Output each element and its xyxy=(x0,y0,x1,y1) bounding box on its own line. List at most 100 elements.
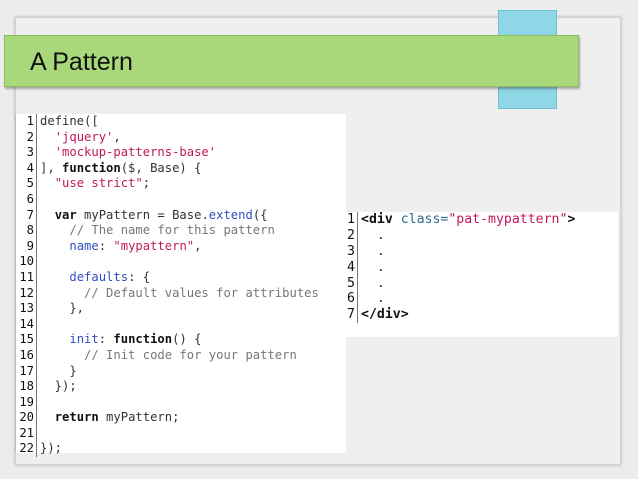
code-token: . xyxy=(361,227,385,243)
code-token: ({ xyxy=(252,207,268,222)
code-token: 'jquery' xyxy=(54,129,114,144)
line-number: 4 xyxy=(16,160,37,177)
line-number: 20 xyxy=(16,410,37,426)
line-number: 10 xyxy=(16,254,37,270)
line-number: 13 xyxy=(16,301,37,317)
line-number: 16 xyxy=(16,347,37,364)
code-token: } xyxy=(40,363,77,378)
line-number: 5 xyxy=(343,275,358,292)
code-line: 13 }, xyxy=(16,301,346,317)
code-token: . xyxy=(361,259,385,275)
line-number: 14 xyxy=(16,316,37,333)
line-number: 22 xyxy=(16,441,37,458)
code-line: 18 }); xyxy=(16,379,346,395)
code-line: 11 defaults: { xyxy=(16,269,346,286)
code-line: 9 name: "mypattern", xyxy=(16,238,346,255)
code-token: // The name for this pattern xyxy=(69,223,275,238)
code-line: 19 xyxy=(16,394,346,411)
code-token: return xyxy=(54,410,99,425)
code-token: "pat-mypattern" xyxy=(448,212,568,227)
code-token: function xyxy=(113,332,173,347)
line-number: 21 xyxy=(16,425,37,442)
code-token: "use strict" xyxy=(54,176,143,191)
code-token: : xyxy=(98,238,114,253)
code-line: 1 <div class="pat-mypattern"> xyxy=(343,212,618,228)
code-line: 12 // Default values for attributes xyxy=(16,285,346,302)
code-token: <div xyxy=(361,212,393,227)
code-token: () { xyxy=(172,332,202,347)
line-number: 19 xyxy=(16,394,37,411)
code-line: 2 'jquery', xyxy=(16,129,346,146)
code-token: extend xyxy=(208,207,253,222)
code-line: 1 define([ xyxy=(16,114,346,130)
line-number: 18 xyxy=(16,379,37,395)
line-number: 2 xyxy=(16,129,37,146)
code-token: ($, Base) { xyxy=(120,160,202,175)
code-token: class= xyxy=(392,212,449,227)
code-token: function xyxy=(62,160,121,175)
line-number: 6 xyxy=(16,191,37,208)
code-line: 21 xyxy=(16,425,346,442)
code-token: }); xyxy=(40,441,63,456)
code-token: , xyxy=(113,129,121,144)
line-number: 5 xyxy=(16,176,37,192)
code-line: 6 . xyxy=(343,291,618,308)
line-number: 4 xyxy=(343,259,358,276)
code-token: "mypattern" xyxy=(113,238,195,253)
code-token: 'mockup-patterns-base' xyxy=(54,145,217,160)
code-token: // Default values for attributes xyxy=(84,285,319,300)
code-token: ], xyxy=(40,160,63,175)
code-token: var xyxy=(54,207,77,222)
line-number: 9 xyxy=(16,238,37,255)
code-line: 4], function($, Base) { xyxy=(16,160,346,177)
code-token: name xyxy=(69,238,99,253)
line-number: 7 xyxy=(343,307,358,324)
code-token: define([ xyxy=(40,114,99,128)
code-block-html: 1 <div class="pat-mypattern"> 2 .3 .4 .5 .… xyxy=(343,212,618,337)
line-number: 17 xyxy=(16,363,37,380)
slide-title: A Pattern xyxy=(30,48,133,76)
line-number: 8 xyxy=(16,223,37,239)
code-line: 15 init: function() { xyxy=(16,332,346,348)
code-line: 5 "use strict"; xyxy=(16,176,346,192)
code-token: init xyxy=(69,332,99,347)
code-line: 17 } xyxy=(16,363,346,380)
code-line: 10 xyxy=(16,254,346,270)
code-line: 6 xyxy=(16,191,346,208)
line-number: 3 xyxy=(16,145,37,161)
line-number: 1 xyxy=(16,114,37,130)
code-line: 7 </div> xyxy=(343,307,618,324)
code-line: 20 return myPattern; xyxy=(16,410,346,426)
code-token: myPattern = Base. xyxy=(76,207,209,222)
code-token: , xyxy=(194,238,202,253)
code-line: 4 . xyxy=(343,259,618,276)
code-token: // Init code for your pattern xyxy=(84,347,297,362)
code-token: myPattern; xyxy=(98,410,180,425)
code-line: 2 . xyxy=(343,227,618,244)
code-line: 16 // Init code for your pattern xyxy=(16,347,346,364)
code-token: . xyxy=(361,291,385,307)
code-token: > xyxy=(567,212,576,227)
code-token: : { xyxy=(128,269,151,284)
code-token: : xyxy=(98,332,114,347)
code-line: 8 // The name for this pattern xyxy=(16,223,346,239)
code-token: defaults xyxy=(69,269,129,284)
line-number: 11 xyxy=(16,269,37,286)
line-number: 15 xyxy=(16,332,37,348)
line-number: 12 xyxy=(16,285,37,302)
line-number: 6 xyxy=(343,291,358,308)
code-line: 14 xyxy=(16,316,346,333)
code-token: }); xyxy=(40,379,77,394)
code-line: 3 'mockup-patterns-base' xyxy=(16,145,346,161)
line-number: 7 xyxy=(16,207,37,224)
code-token: . xyxy=(361,243,385,259)
